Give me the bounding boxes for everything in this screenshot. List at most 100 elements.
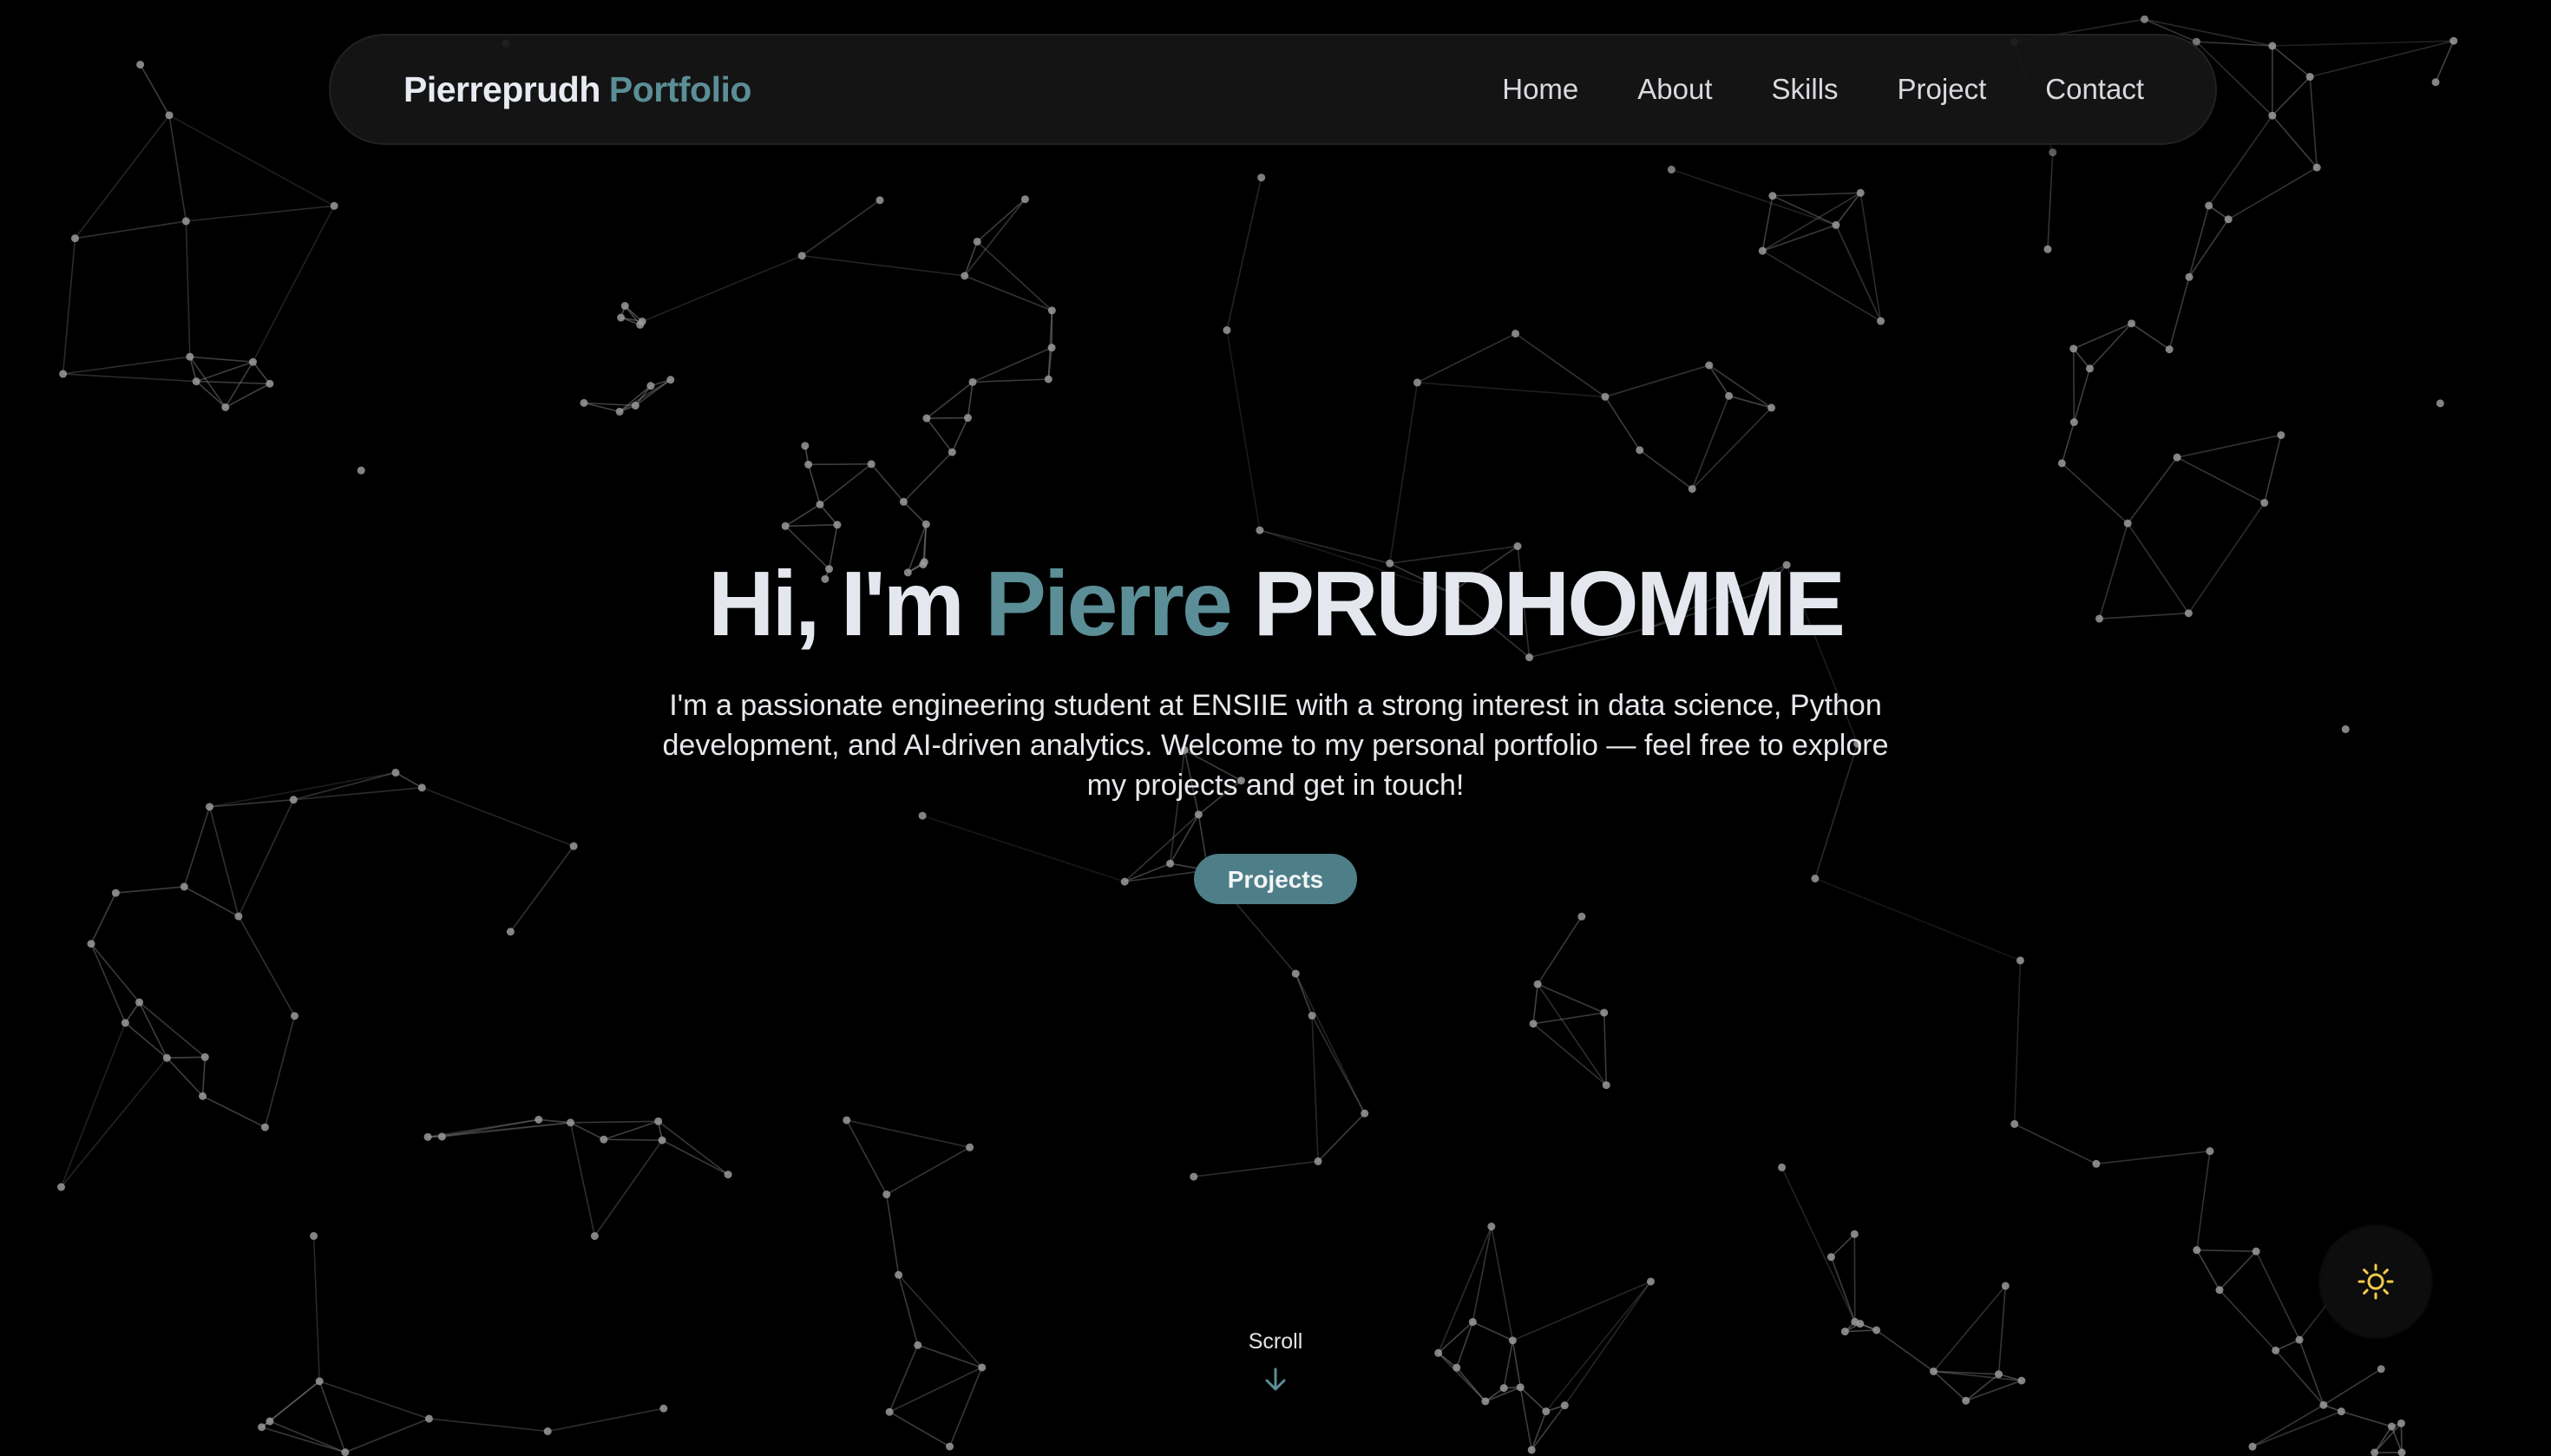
projects-button[interactable]: Projects — [1194, 854, 1357, 904]
network-link — [658, 1120, 729, 1176]
network-link — [1604, 396, 1641, 451]
network-node — [1487, 1223, 1496, 1231]
network-node — [165, 111, 174, 120]
network-link — [2188, 219, 2229, 278]
network-node — [266, 1417, 274, 1426]
network-link — [2176, 434, 2282, 458]
network-link — [870, 463, 905, 502]
network-node — [580, 398, 588, 407]
network-link — [1456, 1367, 1486, 1402]
nav-link-contact[interactable]: Contact — [2045, 73, 2144, 106]
network-node — [1533, 980, 1542, 988]
network-link — [951, 417, 969, 453]
network-node — [1856, 188, 1865, 197]
network-node — [1600, 1008, 1609, 1017]
network-link — [784, 503, 821, 527]
network-link — [2095, 1150, 2210, 1165]
network-node — [1601, 392, 1610, 401]
network-node — [357, 466, 365, 475]
network-node — [946, 1442, 954, 1451]
network-node — [424, 1414, 433, 1423]
network-node — [192, 377, 200, 386]
network-link — [1512, 1340, 1522, 1387]
network-node — [1705, 361, 1714, 370]
network-link — [1876, 1329, 1934, 1373]
network-link — [74, 115, 170, 239]
network-link — [1603, 1013, 1608, 1085]
network-node — [1560, 1401, 1569, 1410]
network-node — [2319, 1400, 2328, 1409]
network-link — [1761, 195, 1774, 252]
network-link — [2275, 1339, 2300, 1352]
network-node — [181, 217, 190, 226]
network-link — [886, 1146, 971, 1196]
network-node — [617, 313, 626, 322]
network-node — [2069, 344, 2078, 353]
network-link — [1515, 332, 1606, 397]
nav-link-about[interactable]: About — [1637, 73, 1712, 106]
hero-greeting: Hi, I'm — [708, 553, 965, 655]
network-link — [1772, 194, 1837, 226]
network-link — [167, 1056, 206, 1059]
network-link — [2072, 348, 2076, 423]
network-link — [269, 1381, 320, 1422]
network-node — [1047, 344, 1056, 352]
network-link — [593, 1139, 663, 1236]
network-node — [724, 1171, 732, 1179]
network-node — [234, 912, 243, 921]
network-link — [2299, 1339, 2325, 1406]
network-link — [1835, 192, 1861, 226]
network-link — [1532, 984, 1538, 1024]
hero-description: I'm a passionate engineering student at … — [662, 689, 1889, 802]
network-link — [429, 1418, 548, 1433]
network-link — [570, 1120, 659, 1124]
network-link — [964, 275, 1053, 312]
network-link — [1761, 192, 1861, 252]
network-link — [948, 1367, 983, 1447]
network-node — [781, 521, 790, 530]
network-node — [2397, 1448, 2406, 1456]
network-link — [186, 205, 335, 222]
nav-link-skills[interactable]: Skills — [1772, 73, 1839, 106]
network-link — [1417, 332, 1516, 384]
network-node — [437, 1132, 446, 1141]
scroll-indicator[interactable]: Scroll — [1189, 1329, 1362, 1393]
network-link — [1193, 1160, 1319, 1177]
network-node — [2431, 78, 2440, 87]
network-node — [2049, 148, 2057, 157]
network-node — [2043, 245, 2052, 253]
network-node — [2173, 453, 2181, 462]
nav-link-home[interactable]: Home — [1502, 73, 1578, 106]
network-link — [2196, 1249, 2220, 1291]
hero-section: Hi, I'm Pierre PRUDHOMME I'm a passionat… — [0, 547, 2551, 904]
network-link — [1317, 1112, 1366, 1162]
network-node — [2193, 1246, 2201, 1255]
nav-link-project[interactable]: Project — [1898, 73, 1987, 106]
network-node — [922, 414, 931, 423]
hero-last-name: PRUDHOMME — [1253, 553, 1846, 655]
network-node — [1020, 195, 1029, 204]
network-node — [948, 448, 956, 456]
theme-toggle-button[interactable] — [2320, 1226, 2431, 1337]
network-link — [168, 115, 187, 222]
network-node — [2397, 1419, 2405, 1427]
network-link — [261, 1426, 346, 1453]
network-link — [1708, 364, 1772, 409]
network-link — [1830, 1256, 1856, 1322]
page: Pierreprudh Portfolio Home About Skills … — [0, 0, 2551, 1456]
brand-logo[interactable]: Pierreprudh Portfolio — [403, 69, 751, 110]
network-link — [168, 115, 335, 207]
network-node — [2295, 1335, 2304, 1344]
network-link — [619, 378, 672, 413]
network-node — [1778, 1163, 1787, 1171]
network-link — [964, 241, 978, 277]
network-link — [2073, 368, 2091, 423]
network-link — [902, 501, 927, 525]
network-link — [1691, 396, 1730, 489]
network-node — [2337, 1407, 2345, 1416]
network-link — [124, 1022, 167, 1059]
network-link — [2013, 960, 2022, 1125]
network-link — [62, 373, 197, 383]
network-node — [136, 60, 145, 69]
network-link — [1772, 192, 1861, 197]
